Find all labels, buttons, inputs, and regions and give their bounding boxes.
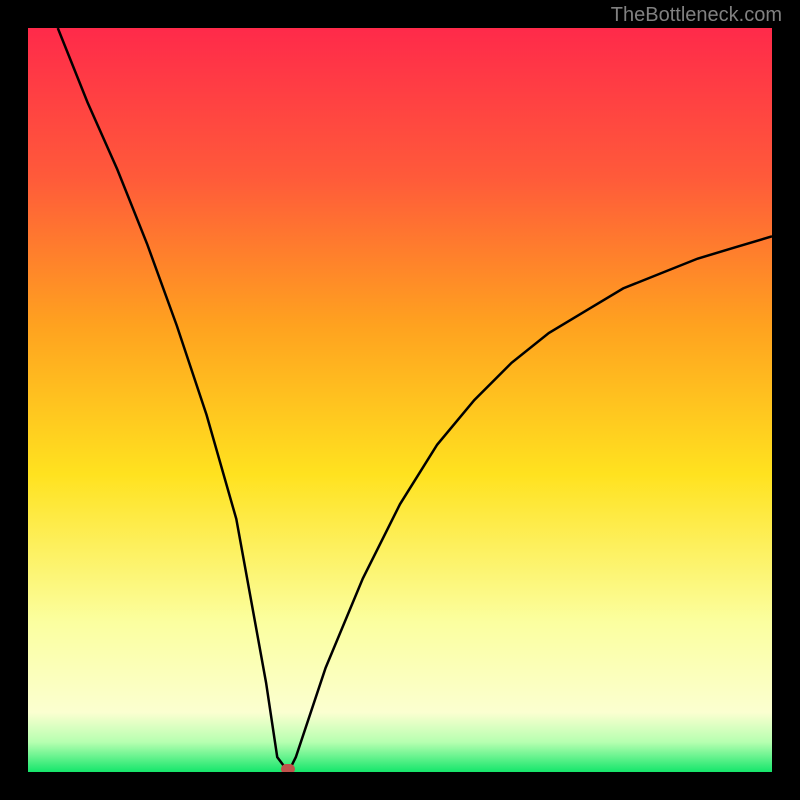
plot-area	[28, 28, 772, 772]
optimal-point-marker	[281, 764, 295, 772]
bottleneck-curve	[28, 28, 772, 772]
watermark-text: TheBottleneck.com	[611, 4, 782, 27]
